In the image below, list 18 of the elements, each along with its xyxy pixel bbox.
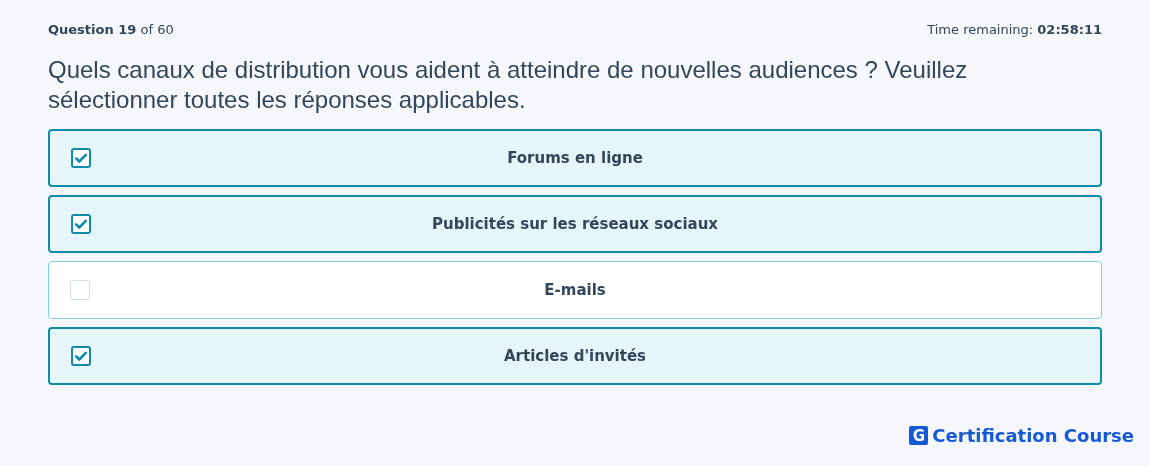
checkbox[interactable] bbox=[71, 346, 91, 366]
checkbox[interactable] bbox=[71, 148, 91, 168]
question-text: Quels canaux de distribution vous aident à atteindre de nouvelles audiences ? Veuillez sélectionner toutes les réponses applicables. bbox=[48, 55, 969, 115]
option-label: E-mails bbox=[544, 281, 606, 299]
answer-option[interactable]: Publicités sur les réseaux sociaux bbox=[48, 195, 1102, 253]
checkbox[interactable] bbox=[71, 214, 91, 234]
time-remaining: Time remaining: 02:58:11 bbox=[927, 22, 1102, 37]
logo: G Certification Course bbox=[909, 425, 1134, 446]
answer-option[interactable]: Forums en ligne bbox=[48, 129, 1102, 187]
checkmark-icon bbox=[74, 349, 88, 363]
answer-option[interactable]: E-mails bbox=[48, 261, 1102, 319]
checkmark-icon bbox=[74, 151, 88, 165]
checkmark-icon bbox=[74, 217, 88, 231]
option-label: Articles d'invités bbox=[504, 347, 646, 365]
option-label: Forums en ligne bbox=[507, 149, 643, 167]
question-counter: Question 19 of 60 bbox=[48, 22, 174, 37]
answer-option[interactable]: Articles d'invités bbox=[48, 327, 1102, 385]
option-label: Publicités sur les réseaux sociaux bbox=[432, 215, 718, 233]
